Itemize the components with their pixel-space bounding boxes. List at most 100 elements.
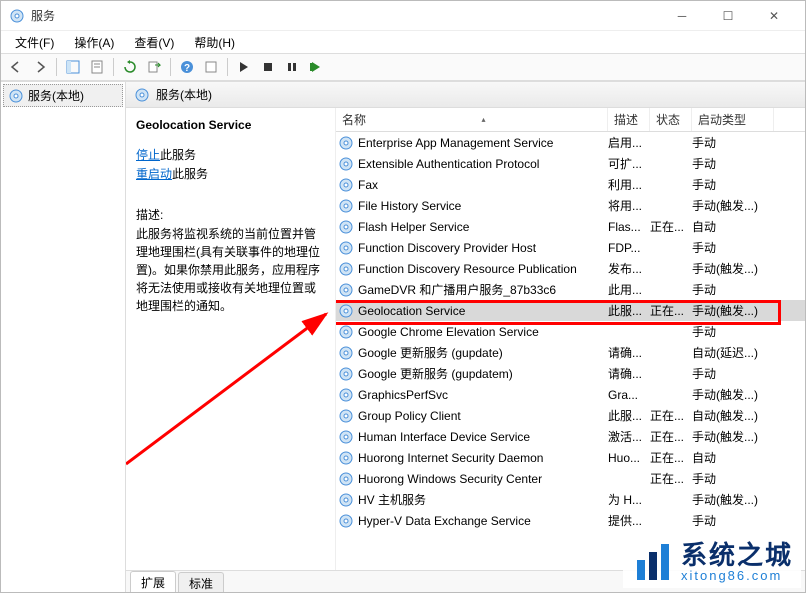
start-service-button[interactable]: [233, 56, 255, 78]
service-desc-cell: 为 H...: [608, 491, 650, 508]
service-row[interactable]: Google 更新服务 (gupdatem)请确...手动: [336, 363, 805, 384]
service-desc-cell: 可扩...: [608, 155, 650, 172]
service-name-cell: Function Discovery Resource Publication: [358, 262, 608, 276]
service-start-cell: 手动: [692, 512, 772, 529]
service-row[interactable]: Fax利用...手动: [336, 174, 805, 195]
gear-icon: [8, 88, 24, 104]
gear-icon: [338, 450, 354, 466]
gear-icon: [338, 261, 354, 277]
pause-service-button[interactable]: [281, 56, 303, 78]
tab-extended[interactable]: 扩展: [130, 571, 176, 593]
forward-button[interactable]: [29, 56, 51, 78]
service-name-cell: GameDVR 和广播用户服务_87b33c6: [358, 281, 608, 298]
service-name-cell: Group Policy Client: [358, 409, 608, 423]
restart-link[interactable]: 重启动: [136, 167, 172, 181]
gear-icon: [338, 429, 354, 445]
service-start-cell: 手动: [692, 134, 772, 151]
refresh-button[interactable]: [119, 56, 141, 78]
toolbar-separator: [227, 58, 228, 76]
service-row[interactable]: Function Discovery Provider HostFDP...手动: [336, 237, 805, 258]
menu-help[interactable]: 帮助(H): [186, 32, 243, 53]
right-header-title: 服务(本地): [156, 86, 212, 103]
service-status-cell: 正在...: [650, 218, 692, 235]
service-desc-cell: FDP...: [608, 241, 650, 255]
service-row[interactable]: GameDVR 和广播用户服务_87b33c6此用...手动: [336, 279, 805, 300]
service-row[interactable]: Human Interface Device Service激活...正在...…: [336, 426, 805, 447]
show-hide-tree-button[interactable]: [62, 56, 84, 78]
service-start-cell: 手动(触发...): [692, 428, 772, 445]
service-row[interactable]: Huorong Internet Security DaemonHuo...正在…: [336, 447, 805, 468]
service-row[interactable]: Huorong Windows Security Center正在...手动: [336, 468, 805, 489]
gear-icon: [338, 135, 354, 151]
service-row[interactable]: Geolocation Service此服...正在...手动(触发...): [336, 300, 805, 321]
service-name-cell: Flash Helper Service: [358, 220, 608, 234]
service-name-cell: Google 更新服务 (gupdate): [358, 344, 608, 361]
service-row[interactable]: GraphicsPerfSvcGra...手动(触发...): [336, 384, 805, 405]
gear-icon: [338, 156, 354, 172]
service-row[interactable]: HV 主机服务为 H...手动(触发...): [336, 489, 805, 510]
service-name-cell: Human Interface Device Service: [358, 430, 608, 444]
column-name[interactable]: 名称▴: [336, 108, 608, 131]
service-start-cell: 手动: [692, 155, 772, 172]
service-row[interactable]: Hyper-V Data Exchange Service提供... 手动: [336, 510, 805, 531]
service-name-cell: GraphicsPerfSvc: [358, 388, 608, 402]
service-desc-cell: Flas...: [608, 220, 650, 234]
service-start-cell: 手动(触发...): [692, 260, 772, 277]
service-start-cell: 自动: [692, 218, 772, 235]
close-button[interactable]: ✕: [751, 1, 797, 31]
gear-icon: [338, 387, 354, 403]
service-row[interactable]: Google Chrome Elevation Service手动: [336, 321, 805, 342]
service-name-cell: Google Chrome Elevation Service: [358, 325, 608, 339]
menu-action[interactable]: 操作(A): [66, 32, 122, 53]
tree-root-services[interactable]: 服务(本地): [3, 84, 123, 107]
service-desc-cell: 此用...: [608, 281, 650, 298]
service-row[interactable]: Flash Helper ServiceFlas...正在...自动: [336, 216, 805, 237]
action-button[interactable]: [200, 56, 222, 78]
service-row[interactable]: Extensible Authentication Protocol可扩... 手…: [336, 153, 805, 174]
tab-standard[interactable]: 标准: [178, 572, 224, 593]
menu-view[interactable]: 查看(V): [126, 32, 182, 53]
service-row[interactable]: Function Discovery Resource Publication发…: [336, 258, 805, 279]
stop-link[interactable]: 停止: [136, 148, 160, 162]
service-name-cell: Huorong Windows Security Center: [358, 472, 608, 486]
main-area: 服务(本地) 服务(本地) Geolocation Service 停止此服务 …: [1, 81, 805, 592]
maximize-button[interactable]: ☐: [705, 1, 751, 31]
stop-service-button[interactable]: [257, 56, 279, 78]
service-start-cell: 手动: [692, 470, 772, 487]
export-button[interactable]: [143, 56, 165, 78]
service-desc-cell: 提供...: [608, 512, 650, 529]
service-desc-cell: 请确...: [608, 365, 650, 382]
service-name-cell: Hyper-V Data Exchange Service: [358, 514, 608, 528]
service-status-cell: 正在...: [650, 302, 692, 319]
service-row[interactable]: Group Policy Client此服...正在...自动(触发...): [336, 405, 805, 426]
column-description[interactable]: 描述: [608, 108, 650, 131]
service-start-cell: 自动(延迟...): [692, 344, 772, 361]
minimize-button[interactable]: ─: [659, 1, 705, 31]
menubar: 文件(F) 操作(A) 查看(V) 帮助(H): [1, 31, 805, 53]
back-button[interactable]: [5, 56, 27, 78]
service-start-cell: 手动(触发...): [692, 302, 772, 319]
service-name-cell: Geolocation Service: [358, 304, 608, 318]
service-row[interactable]: File History Service将用...手动(触发...): [336, 195, 805, 216]
service-desc-cell: Gra...: [608, 388, 650, 402]
gear-icon: [338, 282, 354, 298]
service-desc-cell: 此服...: [608, 407, 650, 424]
service-name-cell: Extensible Authentication Protocol: [358, 157, 608, 171]
menu-file[interactable]: 文件(F): [7, 32, 62, 53]
gear-icon: [338, 471, 354, 487]
detail-area: Geolocation Service 停止此服务 重启动此服务 描述: 此服务…: [126, 108, 805, 570]
properties-button[interactable]: [86, 56, 108, 78]
description-label: 描述:: [136, 206, 325, 223]
restart-service-button[interactable]: [305, 56, 327, 78]
help-button[interactable]: ?: [176, 56, 198, 78]
service-desc-cell: 发布...: [608, 260, 650, 277]
column-startup-type[interactable]: 启动类型: [692, 108, 774, 131]
toolbar-separator: [170, 58, 171, 76]
list-body[interactable]: Enterprise App Management Service启用...手动…: [336, 132, 805, 548]
tabs-bar: 扩展 标准: [126, 570, 805, 592]
service-row[interactable]: Enterprise App Management Service启用...手动: [336, 132, 805, 153]
description-text: 此服务将监视系统的当前位置并管理地理围栏(具有关联事件的地理位置)。如果你禁用此…: [136, 225, 325, 315]
list-header: 名称▴ 描述 状态 启动类型: [336, 108, 805, 132]
column-status[interactable]: 状态: [650, 108, 692, 131]
service-row[interactable]: Google 更新服务 (gupdate)请确...自动(延迟...): [336, 342, 805, 363]
